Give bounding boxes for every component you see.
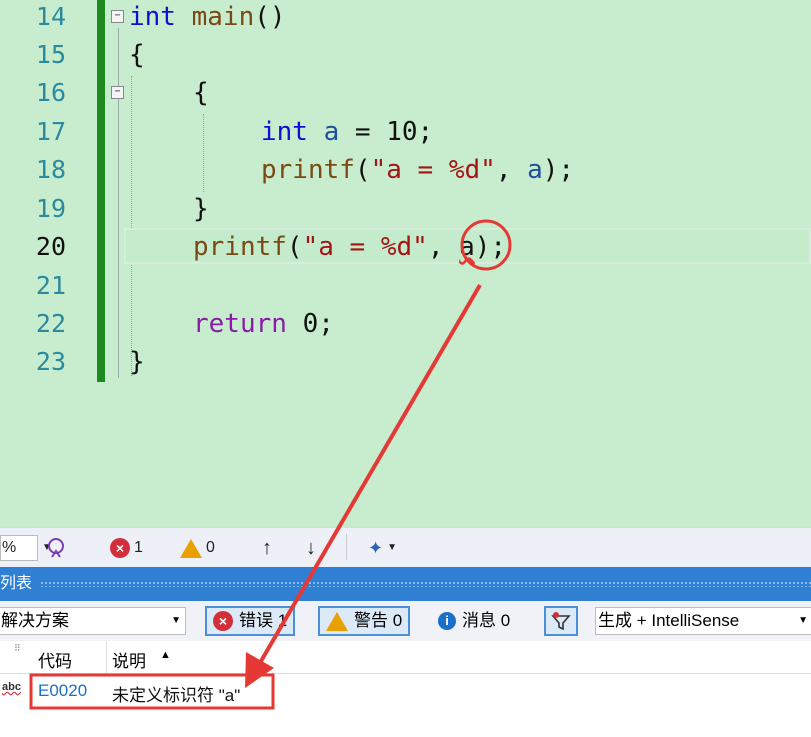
sort-ascending-icon: ▲ — [160, 649, 171, 661]
info-icon: i — [438, 612, 456, 630]
code-line-19: 19 } — [0, 190, 811, 228]
spellcheck-icon: abc — [2, 681, 21, 693]
error-code-link[interactable]: E0020 — [38, 681, 87, 701]
code-line-23: 23 } — [0, 343, 811, 381]
code-line-20: 20 printf("a = %d", a); — [0, 228, 811, 266]
code-line-18: 18 printf("a = %d", a); — [0, 151, 811, 189]
chevron-down-icon: ▼ — [798, 615, 808, 626]
errors-filter-toggle[interactable]: × 错误 1 — [205, 606, 296, 636]
code-line-14: 14 int main() — [0, 0, 811, 36]
line-number: 19 — [35, 194, 66, 223]
broom-icon: ✦ — [368, 538, 384, 558]
undefined-identifier: a — [459, 232, 475, 262]
code-text[interactable]: } — [129, 343, 145, 381]
chevron-down-icon: ▼ — [387, 542, 397, 553]
panel-title: 列表 — [0, 575, 33, 592]
code-editor[interactable]: − − 14 int main() 15 { 16 { 17 int a = 1… — [0, 0, 811, 527]
line-number: 14 — [35, 2, 66, 31]
previous-issue-button[interactable]: ↑ — [262, 528, 272, 568]
grip-icon: ⠿ — [14, 643, 21, 653]
error-list: ⠿ 代码 说明 ▲ abc E0020 未定义标识符 "a" — [0, 641, 811, 737]
code-line-21: 21 — [0, 267, 811, 305]
editor-status-toolbar: % ▼ × 1 0 ↑ ↓ ✦ ▼ — [0, 527, 811, 568]
warnings-filter-toggle[interactable]: 警告 0 — [318, 606, 411, 636]
column-divider[interactable] — [106, 641, 107, 673]
line-number: 16 — [35, 78, 66, 107]
code-line-17: 17 int a = 10; — [0, 113, 811, 151]
toolbar-separator — [346, 534, 347, 560]
code-text[interactable]: return 0; — [193, 305, 334, 343]
code-text[interactable]: int a = 10; — [261, 113, 433, 151]
error-list-filterbar: 解决方案 ▼ × 错误 1 警告 0 i 消息 0 生成 + IntelliSe… — [0, 601, 811, 641]
error-icon: × — [213, 611, 233, 631]
filter-icon — [551, 612, 571, 631]
warning-icon — [180, 538, 202, 558]
list-header: ⠿ 代码 说明 ▲ — [0, 641, 811, 674]
code-text[interactable]: printf("a = %d", a); — [261, 151, 574, 189]
code-text[interactable]: printf("a = %d", a); — [193, 228, 506, 266]
warning-icon — [326, 611, 348, 631]
line-number: 20 — [35, 232, 66, 261]
line-number: 15 — [35, 40, 66, 69]
column-header-code[interactable]: 代码 — [38, 647, 72, 672]
table-row[interactable]: abc E0020 未定义标识符 "a" — [0, 677, 811, 709]
line-number: 17 — [35, 117, 66, 146]
code-cleanup-button[interactable]: ✦ ▼ — [368, 528, 397, 568]
line-number: 22 — [35, 309, 66, 338]
intellicode-icon[interactable] — [46, 528, 66, 568]
code-line-16: 16 { — [0, 74, 811, 112]
error-list-titlebar[interactable]: 列表 — [0, 567, 811, 601]
error-count-indicator[interactable]: × 1 — [110, 528, 143, 568]
error-description: 未定义标识符 "a" — [112, 686, 241, 705]
code-text[interactable]: int main() — [129, 0, 286, 36]
chevron-down-icon: ▼ — [171, 615, 181, 626]
line-number: 23 — [35, 347, 66, 376]
code-text[interactable]: { — [193, 74, 209, 112]
code-text[interactable]: } — [193, 190, 209, 228]
titlebar-grip — [40, 581, 811, 587]
code-line-22: 22 return 0; — [0, 305, 811, 343]
code-line-15: 15 { — [0, 36, 811, 74]
warning-count-indicator[interactable]: 0 — [180, 528, 215, 568]
code-text[interactable]: { — [129, 36, 145, 74]
line-number: 21 — [35, 271, 66, 300]
error-icon: × — [110, 538, 130, 558]
scope-dropdown[interactable]: 解决方案 ▼ — [0, 607, 186, 635]
messages-filter-toggle[interactable]: i 消息 0 — [432, 606, 516, 636]
build-source-dropdown[interactable]: 生成 + IntelliSense ▼ — [595, 607, 811, 635]
zoom-combo[interactable]: % ▼ — [0, 528, 52, 568]
next-issue-button[interactable]: ↓ — [306, 528, 316, 568]
column-header-description[interactable]: 说明 — [112, 647, 146, 672]
line-number: 18 — [35, 155, 66, 184]
filter-button[interactable] — [544, 606, 578, 636]
